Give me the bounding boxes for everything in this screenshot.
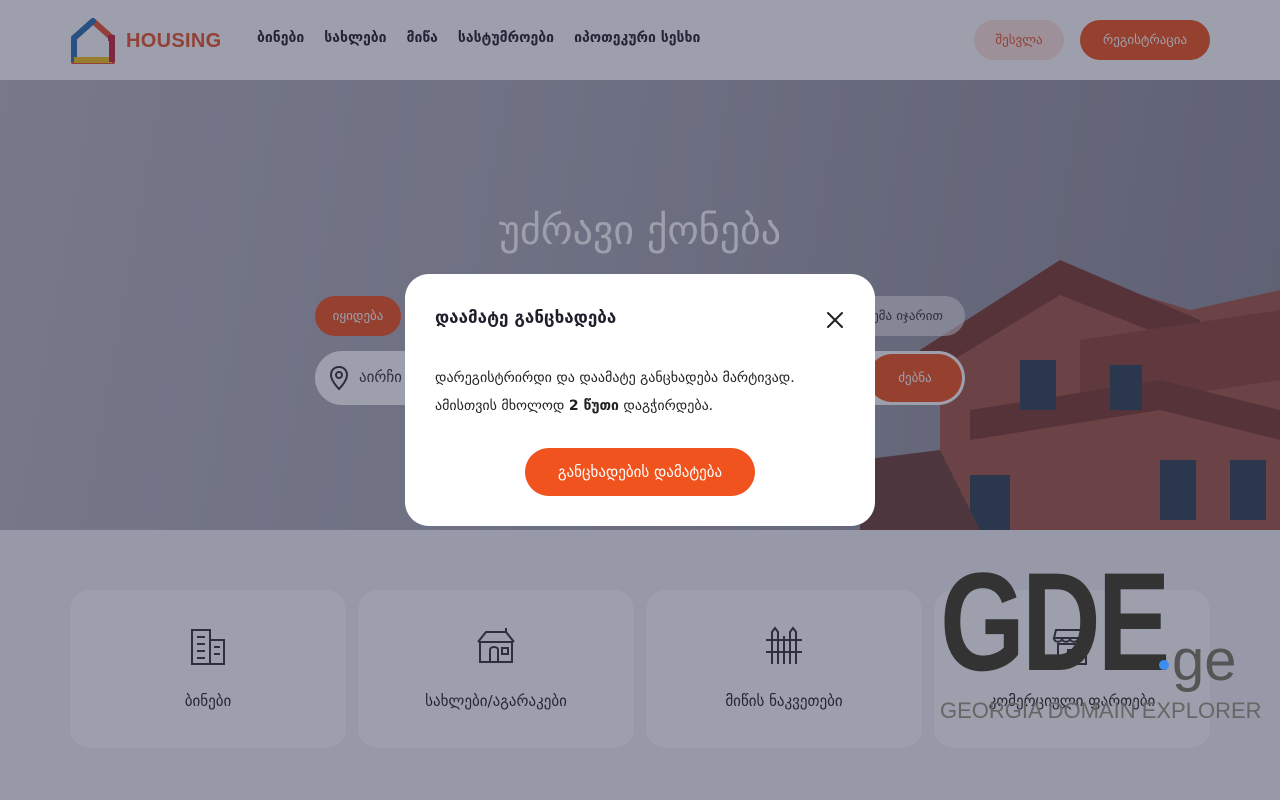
watermark-subtitle: GEORGIA DOMAIN EXPLORER (940, 698, 1262, 723)
gde-watermark: GDE ge GEORGIA DOMAIN EXPLORER (938, 543, 1262, 724)
modal-body-line-1: დარეგისტრირდი და დაამატე განცხადება მარტ… (435, 370, 795, 386)
modal-body: დარეგისტრირდი და დაამატე განცხადება მარტ… (435, 364, 855, 420)
watermark-suffix: ge (1172, 628, 1237, 693)
modal-body-line-2: ამისთვის მხოლოდ 2 წუთი დაგჭირდება. (435, 392, 855, 420)
modal-title: დაამატე განცხადება (435, 308, 617, 328)
close-icon[interactable] (823, 308, 847, 332)
add-listing-button[interactable]: განცხადების დამატება (525, 448, 755, 496)
add-listing-modal: დაამატე განცხადება დარეგისტრირდი და დაამ… (405, 274, 875, 526)
watermark-main-text: GDE (940, 543, 1170, 700)
modal-body-text: ამისთვის მხოლოდ (435, 398, 569, 414)
modal-body-text: დაგჭირდება. (618, 398, 714, 414)
modal-body-emphasis: 2 წუთი (568, 398, 619, 414)
watermark-dot (1159, 660, 1169, 670)
